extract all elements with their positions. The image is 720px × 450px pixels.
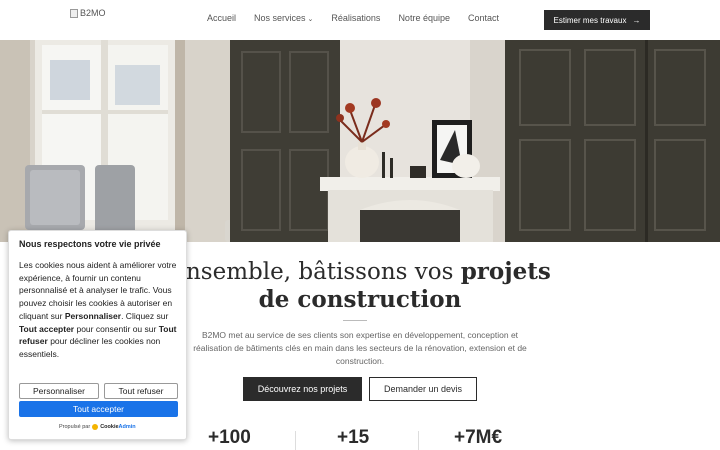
powered-by[interactable]: Propulsé par CookieAdmin [59, 424, 136, 430]
broken-image-icon [70, 8, 78, 18]
hero-title-part1: Ensemble, bâtissons vos [169, 259, 461, 285]
estimate-button[interactable]: Estimer mes travaux → [544, 10, 650, 30]
cookie-title: Nous respectons votre vie privée [19, 239, 161, 249]
nav-item-accueil[interactable]: Accueil [207, 13, 236, 23]
stats-row: +100 +15 +7M€ [190, 427, 530, 450]
cookieadmin-logo-icon [92, 424, 99, 430]
accept-all-button[interactable]: Tout accepter [19, 401, 178, 417]
hero-description: B2MO met au service de ses clients son e… [193, 330, 527, 366]
cookie-text: Les cookies nous aident à améliorer votr… [19, 259, 181, 361]
cookie-consent-panel: Nous respectons votre vie privée Les coo… [8, 230, 187, 440]
powered-by-label: Propulsé par [59, 424, 91, 430]
cookieadmin-brand-a: Cookie [100, 424, 119, 430]
reject-all-button[interactable]: Tout refuser [104, 383, 178, 399]
hero-title-bold2: de construction [258, 286, 462, 313]
stat-divider [418, 431, 419, 450]
nav-item-services[interactable]: Nos services ⌄ [254, 13, 313, 23]
cookie-bold-personnaliser: Personnaliser [64, 310, 122, 321]
site-logo[interactable]: B2MO [70, 8, 106, 18]
nav-item-equipe[interactable]: Notre équipe [398, 13, 450, 23]
cookie-bold-accept: Tout accepter [19, 323, 75, 334]
cookie-text-3: pour consentir ou sur [74, 323, 159, 334]
discover-projects-button[interactable]: Découvrez nos projets [243, 377, 362, 401]
stat-value: +15 [337, 427, 370, 448]
stat-divider [295, 431, 296, 450]
title-divider [343, 320, 367, 321]
cookie-text-2: . Cliquez sur [121, 310, 169, 321]
logo-alt-text: B2MO [80, 8, 106, 18]
hero-title: Ensemble, bâtissons vos projets de const… [160, 258, 560, 314]
main-nav: Accueil Nos services ⌄ Réalisations Notre… [207, 13, 499, 23]
hero-image [0, 40, 720, 242]
nav-item-realisations[interactable]: Réalisations [331, 13, 380, 23]
nav-item-contact[interactable]: Contact [468, 13, 499, 23]
chevron-down-icon: ⌄ [307, 16, 314, 23]
customize-cookies-button[interactable]: Personnaliser [19, 383, 99, 399]
request-quote-button[interactable]: Demander un devis [369, 377, 477, 401]
site-header: B2MO Accueil Nos services ⌄ Réalisations … [0, 0, 720, 40]
stat-value: +100 [208, 427, 251, 448]
estimate-button-label: Estimer mes travaux [553, 15, 627, 25]
arrow-right-icon: → [632, 15, 641, 25]
hero-title-bold1: projets [460, 258, 551, 285]
cookieadmin-brand: CookieAdmin [100, 424, 135, 430]
cookieadmin-brand-b: Admin [118, 424, 136, 430]
nav-item-services-label: Nos services [254, 13, 306, 23]
stat-value: +7M€ [454, 427, 503, 448]
